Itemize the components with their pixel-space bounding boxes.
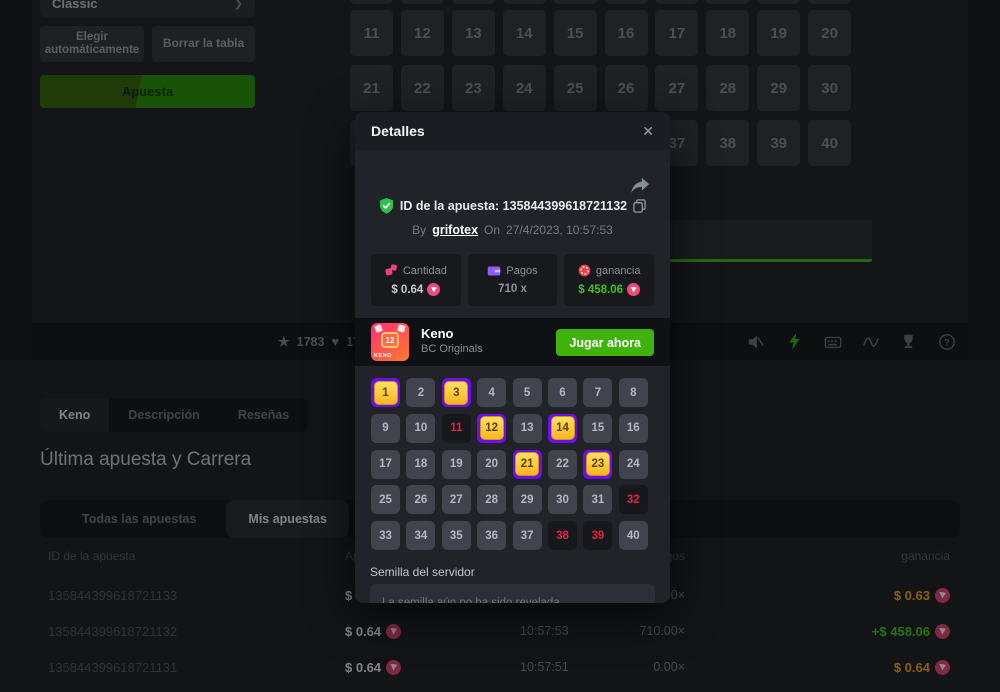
result-number-11: 11 [442, 414, 471, 443]
result-number-6: 6 [548, 378, 577, 407]
game-provider: BC Originals [421, 343, 483, 355]
by-label: By [412, 223, 426, 237]
result-number-34: 34 [406, 521, 435, 550]
result-number-20: 20 [477, 450, 506, 479]
result-number-33: 33 [371, 521, 400, 550]
result-number-15: 15 [583, 414, 612, 443]
trx-coin-icon [427, 283, 440, 296]
result-number-30: 30 [548, 485, 577, 514]
result-number-18: 18 [406, 450, 435, 479]
stat-profit-value: $ 458.06 [578, 284, 623, 296]
page: Classic ❯ Elegir automáticamente Borrar … [0, 0, 1000, 692]
on-label: On [484, 223, 500, 237]
modal-header: Detalles ✕ [355, 112, 670, 150]
result-number-10: 10 [406, 414, 435, 443]
close-icon[interactable]: ✕ [642, 123, 654, 140]
result-number-3: 3 [442, 378, 471, 407]
keno-game-thumbnail[interactable]: 12 KENO [371, 323, 409, 361]
verified-shield-icon [379, 198, 394, 214]
result-number-35: 35 [442, 521, 471, 550]
copy-icon[interactable] [633, 199, 646, 213]
result-number-38: 38 [548, 521, 577, 550]
modal-title: Detalles [371, 123, 425, 139]
result-number-21: 21 [513, 450, 542, 479]
result-number-19: 19 [442, 450, 471, 479]
server-seed-field[interactable]: La semilla aún no ha sido revelada... [370, 584, 655, 603]
stat-amount-label: Cantidad [403, 265, 447, 277]
bet-id-text: ID de la apuesta: 135844399618721132 [400, 199, 627, 213]
result-number-16: 16 [619, 414, 648, 443]
stat-amount: Cantidad $ 0.64 [371, 254, 461, 306]
result-number-28: 28 [477, 485, 506, 514]
result-number-25: 25 [371, 485, 400, 514]
result-number-1: 1 [371, 378, 400, 407]
result-number-22: 22 [548, 450, 577, 479]
keno-tile-number: 12 [381, 332, 399, 348]
result-number-4: 4 [477, 378, 506, 407]
result-number-24: 24 [619, 450, 648, 479]
result-number-26: 26 [406, 485, 435, 514]
result-number-13: 13 [513, 414, 542, 443]
game-info-row: 12 KENO Keno BC Originals Jugar ahora [355, 318, 670, 366]
result-number-12: 12 [477, 414, 506, 443]
stat-profit-label: ganancia [596, 265, 641, 277]
game-name: Keno [421, 326, 454, 341]
result-number-37: 37 [513, 521, 542, 550]
bet-datetime: 27/4/2023, 10:57:53 [506, 223, 613, 237]
result-number-8: 8 [619, 378, 648, 407]
result-number-29: 29 [513, 485, 542, 514]
result-number-17: 17 [371, 450, 400, 479]
result-number-27: 27 [442, 485, 471, 514]
stat-profit: ganancia $ 458.06 [564, 254, 654, 306]
result-number-7: 7 [583, 378, 612, 407]
result-number-36: 36 [477, 521, 506, 550]
stat-payout: Pagos 710 x [468, 254, 558, 306]
result-number-5: 5 [513, 378, 542, 407]
chip-icon [578, 264, 591, 277]
result-number-14: 14 [548, 414, 577, 443]
username-link[interactable]: grifotex [432, 223, 478, 237]
bet-stats-row: Cantidad $ 0.64 Pagos 710 x [371, 254, 654, 306]
stat-amount-value: $ 0.64 [391, 284, 423, 296]
bet-id-row: ID de la apuesta: 135844399618721132 [355, 198, 670, 214]
wallet-icon [487, 265, 501, 277]
bet-meta-row: By grifotex On 27/4/2023, 10:57:53 [355, 223, 670, 237]
result-number-31: 31 [583, 485, 612, 514]
dice-icon [385, 264, 398, 277]
result-number-39: 39 [583, 521, 612, 550]
result-number-32: 32 [619, 485, 648, 514]
share-icon[interactable] [630, 176, 650, 196]
trx-coin-icon [627, 283, 640, 296]
result-number-9: 9 [371, 414, 400, 443]
stat-payout-label: Pagos [506, 265, 537, 277]
server-seed-label: Semilla del servidor [370, 565, 475, 579]
bet-details-modal: Detalles ✕ ID de la apuesta: 13584439961… [355, 112, 670, 603]
result-number-40: 40 [619, 521, 648, 550]
result-number-2: 2 [406, 378, 435, 407]
result-number-23: 23 [583, 450, 612, 479]
keno-tile-label: KENO [374, 353, 392, 359]
stat-payout-value: 710 x [498, 283, 527, 295]
play-now-button[interactable]: Jugar ahora [556, 329, 654, 356]
